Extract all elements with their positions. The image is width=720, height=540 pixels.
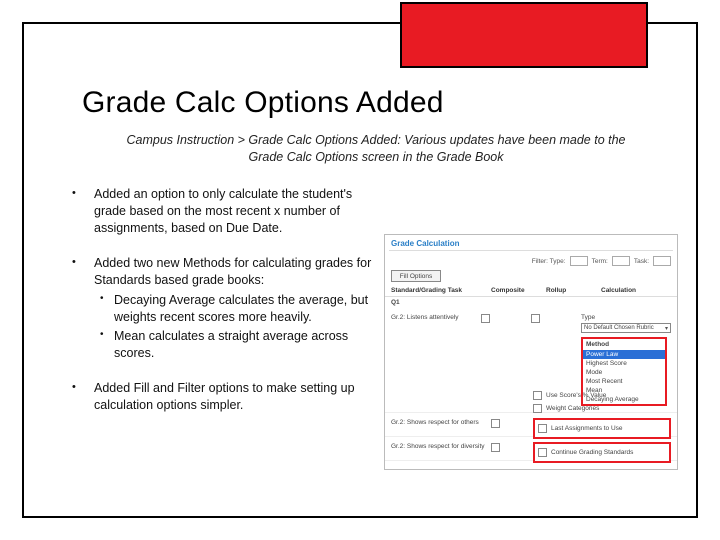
row-grading-item: Gr.2: Shows respect for others xyxy=(391,419,491,427)
checkbox-icon xyxy=(491,443,500,452)
use-score-row: Use Score's % Value xyxy=(533,389,671,402)
weight-cat-label: Weight Categories xyxy=(546,405,599,412)
filter-task-field xyxy=(653,256,671,266)
method-option: Mode xyxy=(583,368,665,377)
bullet-2-sublist: Decaying Average calculates the average,… xyxy=(94,292,372,362)
method-option: Highest Score xyxy=(583,359,665,368)
bullet-2-sub-2: Mean calculates a straight average acros… xyxy=(94,328,372,362)
slide-subtitle: Campus Instruction > Grade Calc Options … xyxy=(116,132,636,166)
method-option: Most Recent xyxy=(583,377,665,386)
checkbox-icon xyxy=(538,448,547,457)
checkbox-icon xyxy=(533,404,542,413)
checkbox-icon xyxy=(481,314,490,323)
filter-term-field xyxy=(612,256,630,266)
row-grading-item: Gr.2: Shows respect for diversity xyxy=(391,443,491,451)
last-assignments-highlight: Last Assignments to Use xyxy=(533,418,671,439)
bullet-list: Added an option to only calculate the st… xyxy=(72,186,372,432)
method-header: Method xyxy=(583,339,665,350)
checkbox-icon xyxy=(533,391,542,400)
continue-grading-highlight: Continue Grading Standards xyxy=(533,442,671,463)
shot-title: Grade Calculation xyxy=(385,235,677,250)
title-accent-block xyxy=(400,2,648,68)
checkbox-icon xyxy=(491,419,500,428)
checkbox-icon xyxy=(538,424,547,433)
col-grading-item: Standard/Grading Task xyxy=(391,287,491,294)
shot-filter-bar: Filter: Type: Term: Task: xyxy=(385,254,677,270)
continue-label: Continue Grading Standards xyxy=(551,449,633,456)
checkbox-icon xyxy=(531,314,540,323)
filter-type-field xyxy=(570,256,588,266)
bullet-2-intro: Added two new Methods for calculating gr… xyxy=(94,256,371,287)
col-calculation: Calculation xyxy=(601,287,671,294)
bullet-3: Added Fill and Filter options to make se… xyxy=(72,380,372,414)
screenshot-mock: Grade Calculation Filter: Type: Term: Ta… xyxy=(384,234,678,470)
bullet-1: Added an option to only calculate the st… xyxy=(72,186,372,237)
column-headers: Standard/Grading Task Composite Rollup C… xyxy=(385,285,677,297)
bullet-2: Added two new Methods for calculating gr… xyxy=(72,255,372,362)
slide-title: Grade Calc Options Added xyxy=(82,86,444,120)
use-score-label: Use Score's % Value xyxy=(546,392,606,399)
term-label: Term: xyxy=(592,258,608,265)
bottom-highlight-stack: Use Score's % Value Weight Categories La… xyxy=(533,389,671,463)
weight-cat-row: Weight Categories xyxy=(533,402,671,415)
term-q1: Q1 xyxy=(385,297,677,308)
method-option: Power Law xyxy=(583,350,665,359)
col-rollup: Rollup xyxy=(546,287,601,294)
fill-options-row: Fill Options xyxy=(391,270,671,282)
bullet-2-sub-1: Decaying Average calculates the average,… xyxy=(94,292,372,326)
slide-frame: Grade Calc Options Added Campus Instruct… xyxy=(22,22,698,518)
last-x-label: Last Assignments to Use xyxy=(551,425,623,432)
type-select: No Default Chosen Rubric xyxy=(581,323,671,333)
col-composite: Composite xyxy=(491,287,546,294)
filter-label: Filter: Type: xyxy=(532,258,566,265)
type-label: Type xyxy=(581,314,595,321)
divider xyxy=(389,250,673,251)
fill-options-button: Fill Options xyxy=(391,270,441,282)
task-label: Task: xyxy=(634,258,649,265)
row-grading-item: Gr.2: Listens attentively xyxy=(391,314,481,322)
